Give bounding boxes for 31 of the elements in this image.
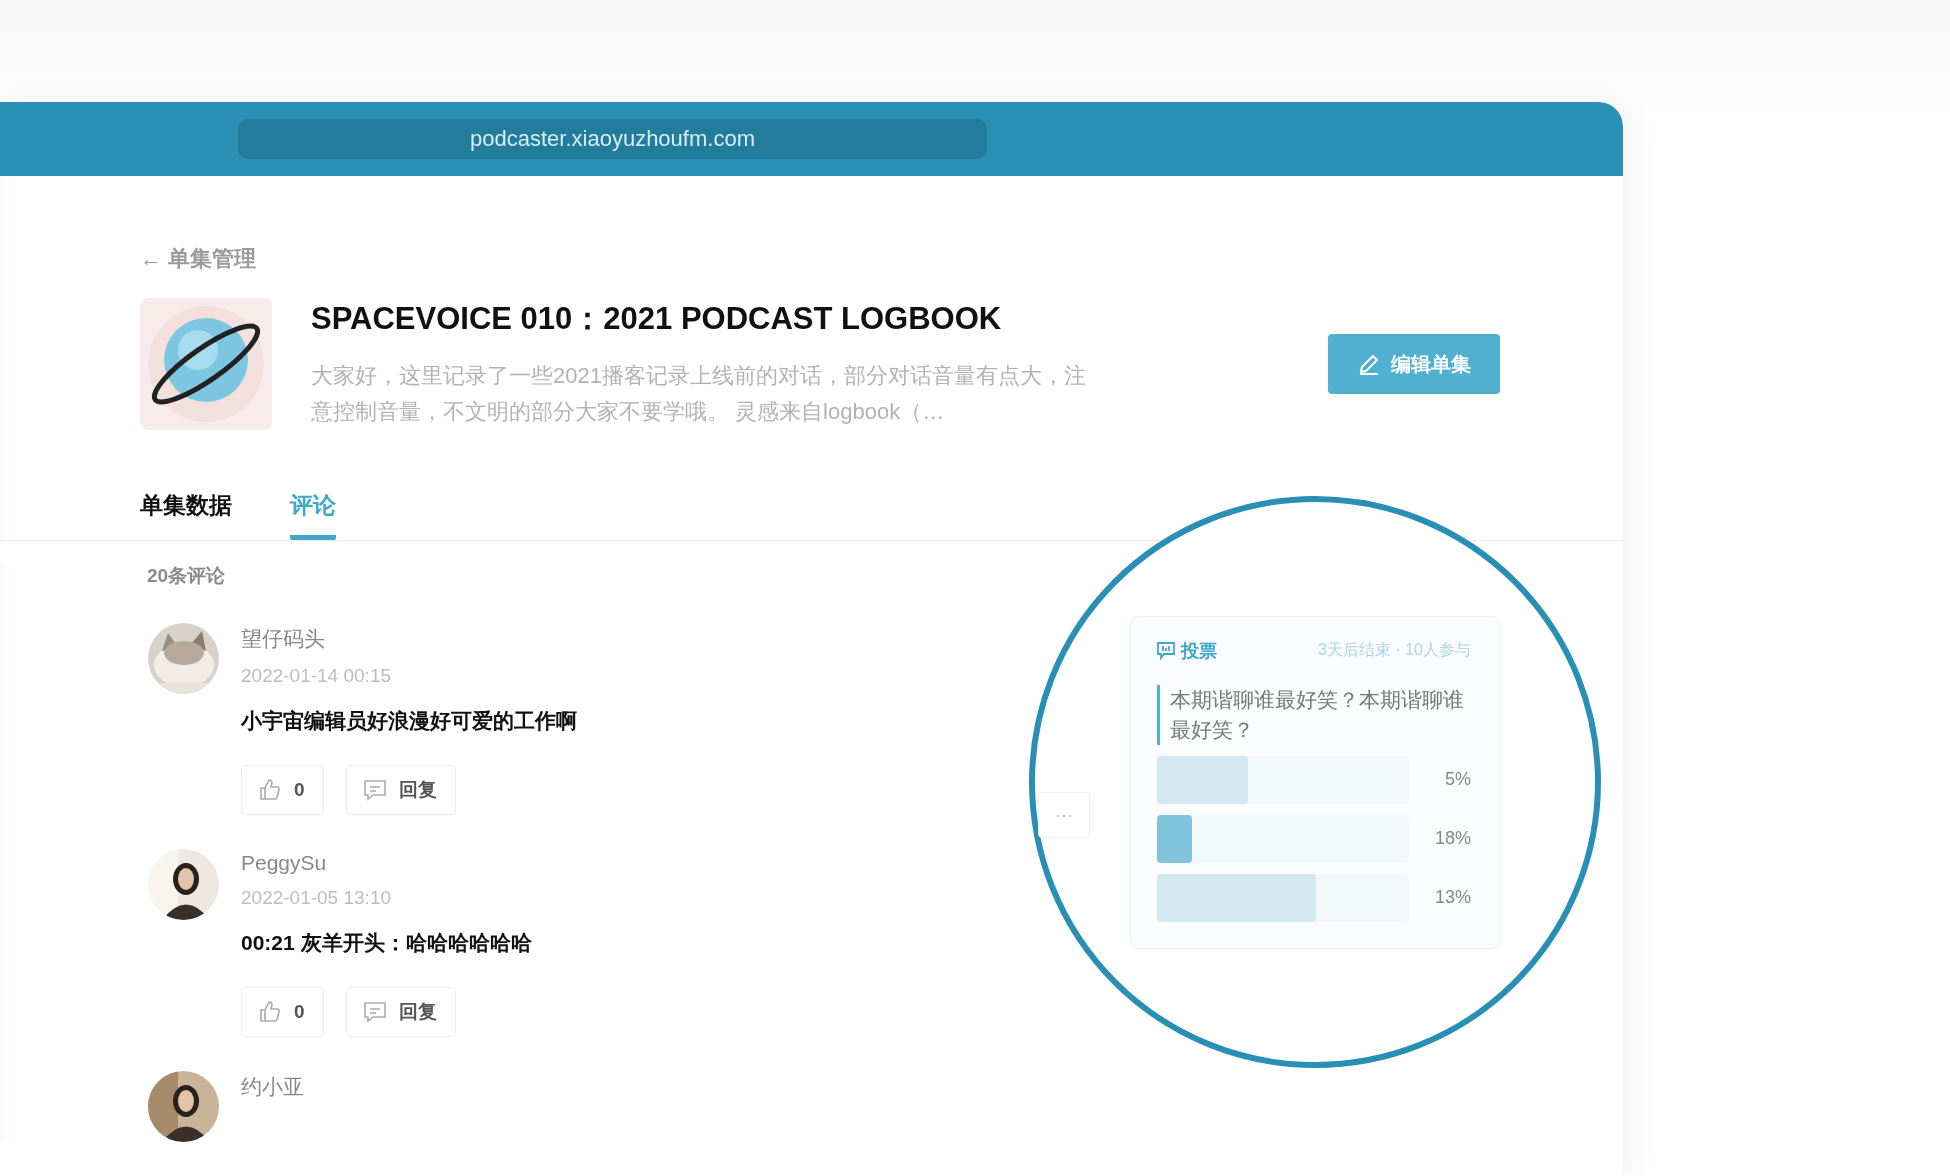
pencil-icon (1357, 352, 1381, 376)
poll-question: 本期谐聊谁最好笑？本期谐聊谁最好笑？ (1157, 684, 1471, 745)
reply-button[interactable]: 回复 (345, 765, 456, 815)
comment-text: 00:21 灰羊开头：哈哈哈哈哈哈 (241, 930, 532, 956)
comment-date: 2022-01-05 13:10 (241, 887, 392, 909)
thumbs-up-icon (258, 778, 282, 802)
reply-button[interactable]: 回复 (345, 987, 456, 1037)
poll-option-bar[interactable] (1157, 814, 1193, 863)
episode-title: SPACEVOICE 010：2021 PODCAST LOGBOOK (311, 300, 1003, 338)
comment-count: 20条评论 (147, 564, 227, 588)
poll-icon (1157, 641, 1175, 660)
url-field[interactable]: podcaster.xiaoyuzhoufm.com (238, 119, 987, 159)
poll-option-bar[interactable] (1157, 873, 1316, 922)
comment-author: 望仔码头 (241, 626, 326, 652)
poll-percent: 18% (1434, 828, 1471, 849)
like-button[interactable]: 0 (241, 987, 324, 1037)
comment-icon (362, 779, 387, 801)
comment-text: 小宇宙编辑员好浪漫好可爱的工作啊 (241, 708, 577, 734)
like-button[interactable]: 0 (241, 765, 324, 815)
poll-option-bar[interactable] (1157, 755, 1248, 804)
poll-meta: 3天后结束 · 10人参与 (1318, 640, 1471, 660)
thumbs-up-icon (258, 1000, 282, 1024)
poll-percent: 13% (1434, 887, 1471, 908)
comment-author: PeggySu (241, 851, 328, 875)
poll-label: 投票 (1157, 638, 1217, 663)
episode-description: 大家好，这里记录了一些2021播客记录上线前的对话，部分对话音量有点大，注意控制音量，不文明的部分大家不要学哦。 灵感来自logbook（… (311, 362, 1087, 426)
comment-icon (362, 1001, 387, 1023)
tab[interactable]: 单集数据 (140, 490, 232, 540)
poll-percent: 5% (1445, 769, 1471, 790)
comment-author: 约小亚 (241, 1074, 304, 1100)
comment-date: 2022-01-14 00:15 (241, 665, 392, 687)
